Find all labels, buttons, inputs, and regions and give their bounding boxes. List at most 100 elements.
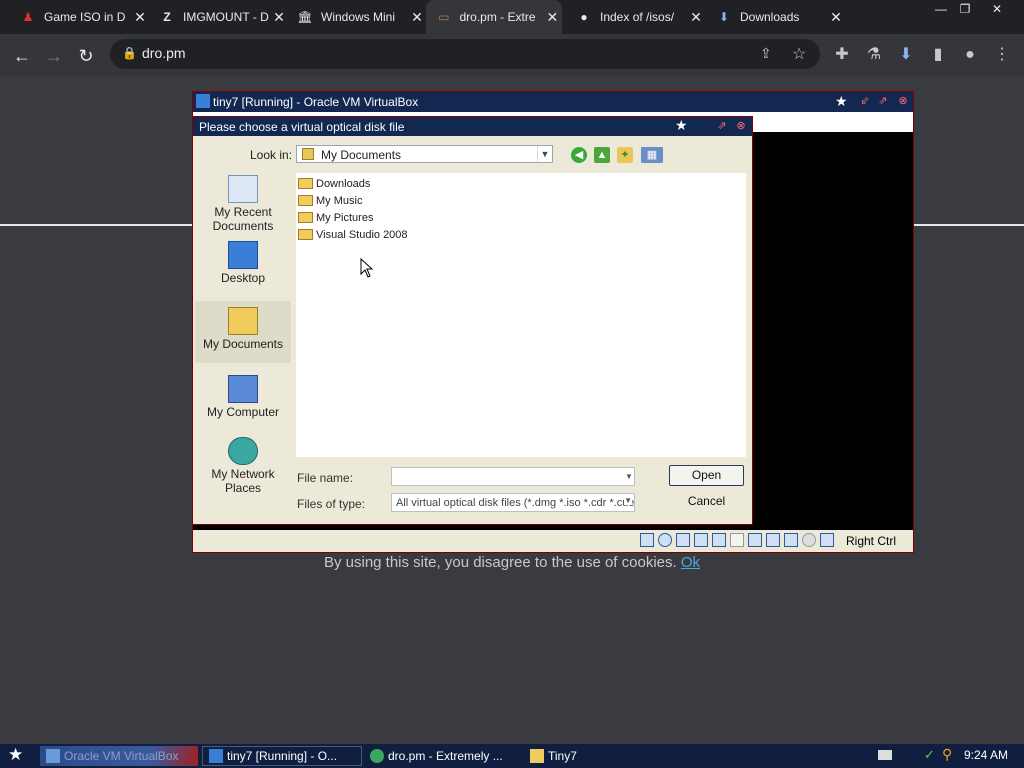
virtualbox-icon bbox=[46, 749, 60, 763]
optical-disk-icon[interactable] bbox=[658, 533, 672, 547]
list-item[interactable]: My Pictures bbox=[298, 209, 373, 226]
tab-title: dro.pm - Extre bbox=[459, 10, 536, 24]
dialog-title-bar[interactable]: Please choose a virtual optical disk fil… bbox=[193, 117, 752, 136]
task-tiny7-folder[interactable]: Tiny7 bbox=[524, 746, 614, 766]
maximize-icon[interactable]: ⇗ bbox=[875, 94, 891, 108]
profile-avatar-icon[interactable]: ● bbox=[957, 42, 983, 68]
labs-flask-icon[interactable]: ⚗ bbox=[861, 42, 887, 68]
tab-title: Downloads bbox=[740, 10, 800, 24]
extensions-puzzle-icon[interactable]: ✚ bbox=[829, 42, 855, 68]
keyboard-tray-icon[interactable] bbox=[878, 750, 892, 760]
file-name-label: File name: bbox=[297, 471, 354, 485]
view-menu-icon[interactable]: ▦ bbox=[641, 147, 663, 163]
task-tiny7-running[interactable]: tiny7 [Running] - O... bbox=[202, 746, 362, 766]
up-folder-icon[interactable]: ▲ bbox=[594, 147, 610, 163]
task-label: tiny7 [Running] - O... bbox=[227, 749, 338, 763]
tab-windows-mini[interactable]: 🏛 Windows Mini ✕ bbox=[297, 0, 427, 34]
place-label: My Documents bbox=[202, 337, 284, 351]
star-bookmark-icon[interactable]: ☆ bbox=[792, 44, 806, 64]
shared-folder-icon[interactable] bbox=[730, 533, 744, 547]
forward-arrow-icon[interactable]: → bbox=[40, 42, 68, 70]
download-icon: ⬇ bbox=[718, 10, 730, 24]
mouse-integration-icon[interactable] bbox=[802, 533, 816, 547]
look-in-dropdown[interactable]: My Documents ▼ bbox=[296, 145, 553, 163]
place-desktop[interactable]: Desktop bbox=[195, 241, 291, 285]
video-capture-icon[interactable] bbox=[766, 533, 780, 547]
close-icon[interactable]: ⊗ bbox=[895, 94, 911, 108]
file-name: My Pictures bbox=[316, 211, 374, 224]
cancel-button[interactable]: Cancel bbox=[669, 491, 744, 512]
place-recent-documents[interactable]: My Recent Documents bbox=[195, 175, 291, 233]
reload-icon[interactable]: ↻ bbox=[72, 42, 100, 70]
back-icon[interactable]: ◀ bbox=[571, 147, 587, 163]
tab-close-icon[interactable]: ✕ bbox=[407, 9, 427, 26]
folder-icon bbox=[530, 749, 544, 763]
maximize-icon[interactable]: ⇗ bbox=[714, 119, 730, 133]
share-icon[interactable]: ⇪ bbox=[760, 45, 772, 62]
search-tray-icon[interactable]: ⚲ bbox=[942, 746, 952, 763]
tab-game-iso[interactable]: ♟ Game ISO in D ✕ bbox=[20, 0, 150, 34]
tab-index-isos[interactable]: ● Index of /isos/ ✕ bbox=[576, 0, 706, 34]
place-my-computer[interactable]: My Computer bbox=[195, 375, 291, 419]
file-type-label: Files of type: bbox=[297, 497, 366, 511]
chevron-down-icon: ▼ bbox=[537, 146, 552, 162]
tab-close-icon[interactable]: ✕ bbox=[130, 9, 150, 26]
browser-toolbar: ← → ↻ 🔒 dro.pm ⇪ ☆ ✚ ⚗ ⬇ ▮ ● ⋮ bbox=[0, 34, 1024, 76]
display-icon[interactable] bbox=[748, 533, 762, 547]
vt-x-icon[interactable] bbox=[784, 533, 798, 547]
vbox-title-bar[interactable]: tiny7 [Running] - Oracle VM VirtualBox ★… bbox=[193, 92, 913, 112]
tab-title: Windows Mini bbox=[321, 10, 396, 24]
pictures-folder-icon bbox=[298, 212, 313, 223]
mouse-cursor-icon bbox=[360, 258, 374, 278]
new-folder-icon[interactable]: ✦ bbox=[617, 147, 633, 163]
list-item[interactable]: My Music bbox=[298, 192, 362, 209]
place-my-network[interactable]: My Network Places bbox=[195, 437, 291, 495]
task-oracle-vbox[interactable]: Oracle VM VirtualBox bbox=[40, 746, 198, 766]
cookie-ok-link[interactable]: Ok bbox=[681, 554, 700, 571]
menu-kebab-icon[interactable]: ⋮ bbox=[989, 42, 1015, 68]
task-dro-pm[interactable]: dro.pm - Extremely ... bbox=[364, 746, 514, 766]
hdd-icon[interactable] bbox=[640, 533, 654, 547]
browser-tab-bar: ♟ Game ISO in D ✕ Z IMGMOUNT - D ✕ 🏛 Win… bbox=[0, 0, 1024, 34]
window-close-icon[interactable]: ✕ bbox=[982, 0, 1012, 18]
back-arrow-icon[interactable]: ← bbox=[8, 42, 36, 70]
chrome-icon bbox=[370, 749, 384, 763]
address-bar[interactable]: 🔒 dro.pm ⇪ ☆ bbox=[110, 39, 820, 69]
network-icon[interactable] bbox=[694, 533, 708, 547]
restore-icon[interactable]: ❐ bbox=[950, 0, 980, 18]
clock[interactable]: 9:24 AM bbox=[964, 748, 1008, 762]
tab-downloads[interactable]: ⬇ Downloads ✕ bbox=[716, 0, 846, 34]
network-tray-icon[interactable]: ✓ bbox=[924, 747, 935, 763]
audio-icon[interactable] bbox=[676, 533, 690, 547]
optical-disk-file-dialog[interactable]: Please choose a virtual optical disk fil… bbox=[192, 116, 753, 525]
open-button[interactable]: Open bbox=[669, 465, 744, 486]
github-icon: ● bbox=[580, 10, 588, 24]
folder-tab-icon: ▭ bbox=[438, 10, 450, 24]
place-my-documents[interactable]: My Documents bbox=[195, 301, 291, 363]
tab-close-icon[interactable]: ✕ bbox=[686, 9, 706, 26]
start-star-icon[interactable]: ★ bbox=[8, 745, 23, 765]
list-item[interactable]: Visual Studio 2008 bbox=[298, 226, 408, 243]
file-type-value: All virtual optical disk files (*.dmg *.… bbox=[396, 497, 635, 509]
tab-imgmount[interactable]: Z IMGMOUNT - D ✕ bbox=[159, 0, 289, 34]
close-icon[interactable]: ⊗ bbox=[733, 119, 749, 133]
minimize-icon[interactable]: ⇙ bbox=[857, 94, 873, 108]
keyboard-capture-icon[interactable] bbox=[820, 533, 834, 547]
desktop-icon bbox=[228, 241, 258, 269]
star-icon[interactable]: ★ bbox=[835, 93, 848, 110]
download-progress-icon[interactable]: ⬇ bbox=[893, 42, 919, 68]
star-icon[interactable]: ★ bbox=[675, 117, 688, 134]
tab-close-icon[interactable]: ✕ bbox=[826, 9, 846, 26]
file-name-input[interactable] bbox=[391, 467, 635, 486]
file-list[interactable]: Downloads My Music My Pictures Visual St… bbox=[296, 173, 746, 457]
computer-icon bbox=[228, 375, 258, 403]
cookie-text: By using this site, you disagree to the … bbox=[323, 554, 677, 571]
file-type-select[interactable]: All virtual optical disk files (*.dmg *.… bbox=[391, 493, 635, 512]
side-panel-icon[interactable]: ▮ bbox=[925, 42, 951, 68]
usb-icon[interactable] bbox=[712, 533, 726, 547]
list-item[interactable]: Downloads bbox=[298, 175, 370, 192]
tab-close-icon[interactable]: ✕ bbox=[269, 9, 289, 26]
tab-close-icon[interactable]: ✕ bbox=[543, 9, 562, 26]
tab-dro-pm[interactable]: ▭ dro.pm - Extre ✕ bbox=[426, 0, 562, 34]
url-text: dro.pm bbox=[142, 45, 186, 61]
